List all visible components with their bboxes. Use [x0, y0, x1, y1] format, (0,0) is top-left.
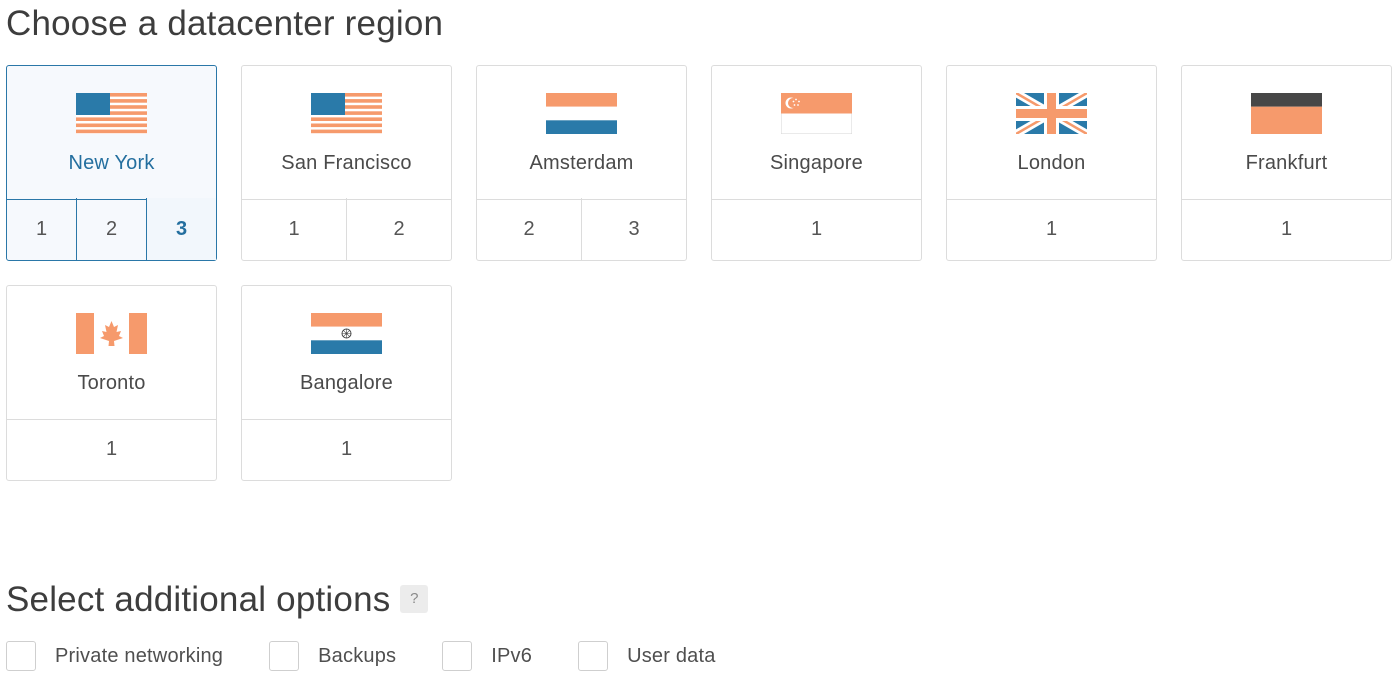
- region-card-header[interactable]: London: [947, 66, 1156, 200]
- region-city-label: Toronto: [77, 372, 146, 394]
- datacenter-number-group: 123: [7, 198, 216, 260]
- option-ipv6[interactable]: IPv6: [442, 641, 532, 671]
- option-checkbox[interactable]: [6, 641, 36, 671]
- region-card-header[interactable]: Toronto: [7, 286, 216, 420]
- datacenter-option[interactable]: 2: [76, 198, 146, 260]
- datacenter-number-group: 1: [712, 198, 921, 260]
- datacenter-number-group: 23: [477, 198, 686, 260]
- region-city-label: Frankfurt: [1245, 152, 1328, 174]
- option-checkbox[interactable]: [269, 641, 300, 671]
- option-label: Backups: [318, 644, 397, 667]
- region-card-amsterdam[interactable]: Amsterdam 2 3: [476, 65, 687, 261]
- region-city-label: Bangalore: [300, 372, 393, 394]
- region-card-header[interactable]: Frankfurt: [1182, 66, 1391, 200]
- datacenter-option[interactable]: 1: [242, 418, 451, 480]
- additional-options: Private networking Backups IPv6 User data: [6, 640, 762, 672]
- datacenter-option[interactable]: 1: [242, 198, 346, 260]
- region-card-header[interactable]: Singapore: [712, 66, 921, 200]
- datacenter-option[interactable]: 1: [7, 198, 76, 260]
- region-card-bangalore[interactable]: Bangalore 1: [241, 285, 452, 481]
- datacenter-option[interactable]: 1: [1182, 198, 1391, 260]
- datacenter-option[interactable]: 3: [146, 198, 216, 260]
- region-card-header[interactable]: Amsterdam: [477, 66, 686, 200]
- region-card-new-york[interactable]: New York 1 2 3: [6, 65, 217, 261]
- datacenter-number-group: 12: [242, 198, 451, 260]
- region-city-label: San Francisco: [281, 152, 412, 174]
- india-flag-icon: [311, 313, 382, 354]
- region-city-label: New York: [68, 152, 155, 174]
- region-card-london[interactable]: London 1: [946, 65, 1157, 261]
- region-card-header[interactable]: San Francisco: [242, 66, 451, 200]
- region-card-toronto[interactable]: Toronto 1: [6, 285, 217, 481]
- uk-flag-icon: [1013, 89, 1090, 138]
- help-icon[interactable]: ?: [400, 584, 429, 613]
- singapore-flag-icon: [780, 92, 853, 135]
- usa-flag-icon: [76, 93, 147, 134]
- datacenter-option[interactable]: 1: [7, 418, 216, 480]
- datacenter-option[interactable]: 2: [477, 198, 581, 260]
- netherlands-flag-icon: [546, 93, 617, 134]
- datacenter-number-group: 1: [242, 418, 451, 480]
- region-card-header[interactable]: Bangalore: [242, 286, 451, 420]
- options-section-title: Select additional options?: [6, 580, 429, 620]
- region-card-san-francisco[interactable]: San Francisco 1 2: [241, 65, 452, 261]
- option-user-data[interactable]: User data: [578, 641, 716, 671]
- region-city-label: Singapore: [770, 152, 863, 174]
- region-city-label: London: [1017, 152, 1086, 174]
- datacenter-number-group: 1: [1182, 198, 1391, 260]
- datacenter-option[interactable]: 1: [947, 198, 1156, 260]
- datacenter-number-group: 1: [947, 198, 1156, 260]
- region-card-singapore[interactable]: Singapore 1: [711, 65, 922, 261]
- germany-flag-icon: [1251, 93, 1322, 134]
- region-city-label: Amsterdam: [529, 152, 634, 174]
- region-card-header[interactable]: New York: [7, 66, 216, 200]
- region-grid: New York 1 2 3 San Francisco 1 2 Amsterdam 2 3 Sin…: [0, 0, 1400, 500]
- option-label: IPv6: [491, 644, 533, 667]
- option-checkbox[interactable]: [578, 641, 609, 671]
- usa-flag-icon: [311, 93, 382, 134]
- option-label: Private networking: [55, 644, 224, 667]
- region-card-frankfurt[interactable]: Frankfurt 1: [1181, 65, 1392, 261]
- canada-flag-icon: [76, 313, 147, 354]
- option-label: User data: [627, 644, 716, 667]
- option-backups[interactable]: Backups: [269, 641, 396, 671]
- datacenter-option[interactable]: 1: [712, 198, 921, 260]
- datacenter-option[interactable]: 3: [581, 198, 686, 260]
- option-private-networking[interactable]: Private networking: [6, 641, 223, 671]
- datacenter-option[interactable]: 2: [346, 198, 451, 260]
- datacenter-number-group: 1: [7, 418, 216, 480]
- option-checkbox[interactable]: [442, 641, 473, 671]
- options-section-title-text: Select additional options: [6, 580, 391, 619]
